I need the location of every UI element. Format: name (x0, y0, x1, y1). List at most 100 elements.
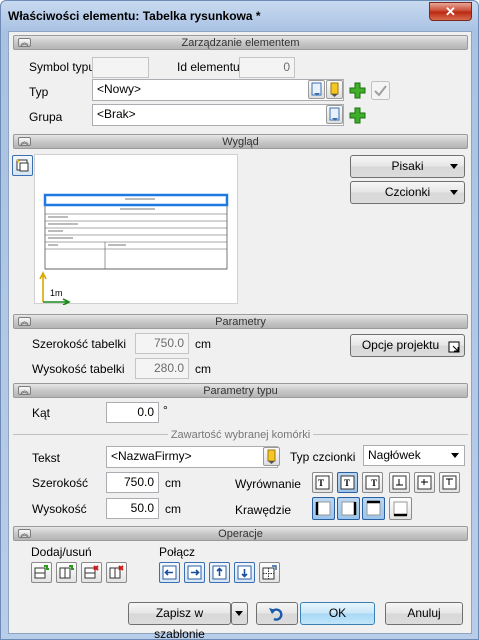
dialog-body: ︽ Zarządzanie elementem Symbol typu Id e… (8, 31, 472, 640)
svg-text:T: T (344, 478, 350, 488)
edges-label: Krawędzie (235, 503, 292, 517)
save-to-template-button[interactable]: Zapisz w szablonie (128, 602, 231, 640)
project-options-label: Opcje projektu (361, 338, 440, 352)
align-left-text-icon[interactable]: T (312, 472, 333, 493)
section-parameters-label: Parametry (215, 316, 266, 328)
preview-select-icon[interactable] (12, 155, 33, 176)
font-type-value: Nagłówek (368, 448, 421, 462)
align-center-text-icon[interactable]: T (337, 472, 358, 493)
cell-height-field[interactable]: 50.0 (106, 498, 159, 519)
chevron-down-icon (450, 190, 458, 195)
add-remove-label: Dodaj/usuń (31, 545, 92, 559)
fonts-button[interactable]: Czcionki (350, 181, 465, 204)
close-button[interactable]: ✕ (429, 2, 472, 21)
edge-right-icon[interactable] (337, 497, 360, 520)
element-id-label: Id elementu (177, 60, 240, 74)
pens-button-label: Pisaki (391, 159, 424, 173)
type-library-icon[interactable] (308, 80, 325, 99)
undo-icon (269, 608, 283, 621)
text-label: Tekst (32, 451, 61, 465)
add-column-icon[interactable] (56, 562, 77, 583)
title-block-preview[interactable]: 1m (34, 154, 238, 306)
symbol-type-field[interactable] (92, 57, 149, 78)
section-management-label: Zarządzanie elementem (181, 37, 300, 49)
properties-window: Właściwości elementu: Tabelka rysunkowa … (0, 0, 479, 640)
element-id-field[interactable]: 0 (239, 57, 295, 78)
confirm-type-icon[interactable] (371, 81, 390, 100)
group-field[interactable]: <Brak> (92, 104, 344, 126)
table-width-unit: cm (195, 337, 211, 351)
angle-label: Kąt (32, 406, 51, 420)
split-cell-icon[interactable] (259, 562, 280, 583)
cell-height-label: Wysokość (32, 502, 87, 516)
project-options-button[interactable]: Opcje projektu (350, 334, 465, 357)
section-management-header[interactable]: ︽ Zarządzanie elementem (13, 35, 468, 50)
align-right-text-icon[interactable]: T (362, 472, 383, 493)
font-type-select[interactable]: Nagłówek (363, 445, 465, 466)
cell-text-value: <NazwaFirmy> (111, 449, 192, 463)
edge-left-icon[interactable] (312, 497, 335, 520)
align-top-icon[interactable] (439, 472, 460, 493)
font-type-label: Typ czcionki (290, 450, 356, 464)
type-pencil-icon[interactable] (326, 80, 343, 99)
merge-up-icon[interactable] (209, 562, 230, 583)
scale-label: 1m (50, 288, 63, 298)
edge-top-icon[interactable] (362, 497, 385, 520)
section-type-parameters-label: Parametry typu (203, 385, 278, 397)
cell-height-unit: cm (165, 502, 181, 516)
add-type-icon[interactable] (348, 81, 367, 100)
symbol-type-label: Symbol typu (29, 60, 96, 74)
chevron-down-icon (235, 611, 243, 616)
type-label: Typ (29, 85, 49, 99)
type-field[interactable]: <Nowy> (92, 79, 344, 101)
cell-width-field[interactable]: 750.0 (106, 472, 159, 493)
chevron-down-icon (450, 164, 458, 169)
table-width-label: Szerokość tabelki (32, 337, 127, 351)
add-row-icon[interactable] (31, 562, 52, 583)
merge-label: Połącz (159, 545, 196, 559)
add-group-icon[interactable] (348, 106, 367, 125)
angle-field[interactable]: 0.0 (106, 402, 159, 423)
delete-column-icon[interactable] (106, 562, 127, 583)
cancel-button[interactable]: Anuluj (385, 602, 463, 625)
cell-width-label: Szerokość (32, 476, 89, 490)
undo-button[interactable] (256, 602, 298, 625)
cell-content-header: Zawartość wybranej komórki (167, 429, 314, 441)
table-height-label: Wysokość tabelki (32, 362, 125, 376)
edge-bottom-icon[interactable] (389, 497, 412, 520)
delete-row-icon[interactable] (81, 562, 102, 583)
section-operations-label: Operacje (218, 528, 263, 540)
group-label: Grupa (29, 110, 63, 124)
cell-content-divider: Zawartość wybranej komórki (13, 427, 468, 441)
section-appearance-header[interactable]: ︽ Wygląd (13, 134, 468, 149)
window-title: Właściwości elementu: Tabelka rysunkowa … (8, 9, 261, 23)
fonts-button-label: Czcionki (384, 185, 431, 199)
chevron-down-icon (451, 453, 459, 458)
merge-down-icon[interactable] (234, 562, 255, 583)
svg-text:T: T (318, 478, 324, 488)
pens-button[interactable]: Pisaki (350, 155, 465, 178)
type-value: <Nowy> (97, 82, 142, 96)
cell-width-unit: cm (165, 476, 181, 490)
table-height-field[interactable]: 280.0 (135, 358, 189, 379)
group-value: <Brak> (97, 107, 136, 121)
table-height-unit: cm (195, 362, 211, 376)
ok-button[interactable]: OK (300, 602, 375, 625)
section-operations-header[interactable]: ︽ Operacje (13, 526, 468, 541)
align-middle-icon[interactable] (414, 472, 435, 493)
merge-left-icon[interactable] (159, 562, 180, 583)
table-width-field[interactable]: 750.0 (135, 333, 189, 354)
cell-text-field[interactable]: <NazwaFirmy> (106, 446, 278, 468)
section-appearance-label: Wygląd (222, 136, 259, 148)
alignment-label: Wyrównanie (235, 477, 301, 491)
merge-right-icon[interactable] (184, 562, 205, 583)
section-type-parameters-header[interactable]: ︽ Parametry typu (13, 383, 468, 398)
text-pencil-icon[interactable] (263, 447, 280, 466)
svg-text:T: T (371, 478, 377, 488)
align-bottom-icon[interactable] (389, 472, 410, 493)
title-bar: Właściwości elementu: Tabelka rysunkowa … (1, 1, 478, 31)
section-parameters-header[interactable]: ︽ Parametry (13, 314, 468, 329)
save-template-dropdown-button[interactable] (231, 602, 248, 625)
group-library-icon[interactable] (326, 105, 343, 124)
open-dialog-icon (448, 339, 460, 360)
